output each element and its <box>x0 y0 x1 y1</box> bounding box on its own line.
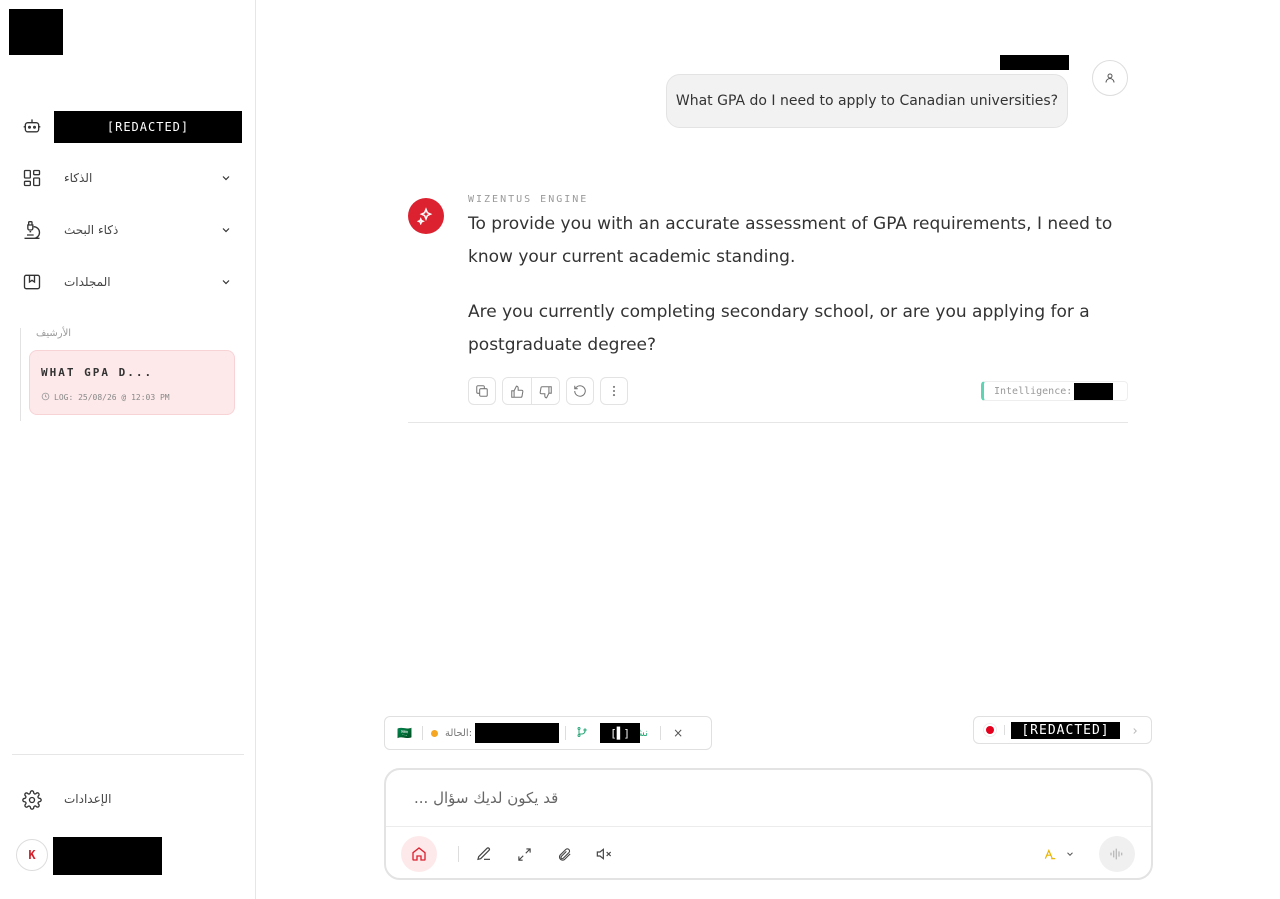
message-divider <box>408 422 1128 423</box>
grid-icon <box>20 166 44 190</box>
refresh-icon <box>574 385 586 397</box>
regenerate-button[interactable] <box>566 377 594 405</box>
ai-paragraph: Are you currently completing secondary s… <box>468 302 1090 355</box>
sidebar-divider <box>12 754 244 755</box>
status-label: الحالة: <box>444 727 473 739</box>
ai-message: To provide you with an accurate assessme… <box>468 208 1132 384</box>
archive-item-title: WHAT GPA D... <box>41 366 154 379</box>
app-logo[interactable] <box>9 9 63 55</box>
copy-button[interactable] <box>468 377 496 405</box>
feedback-group <box>502 377 560 405</box>
intelligence-label: Intelligence: <box>994 385 1073 397</box>
chevron-right-icon <box>1130 721 1140 740</box>
user-avatar[interactable]: K <box>16 839 48 871</box>
home-icon <box>412 847 426 861</box>
language-selector[interactable]: [REDACTED] <box>973 716 1152 744</box>
settings-label: الإعدادات <box>64 792 112 806</box>
assistant-redacted-label: [REDACTED] <box>54 111 242 143</box>
microscope-icon <box>20 218 44 242</box>
sidebar-item-folders[interactable]: المجلدات <box>12 262 244 302</box>
audio-wave-icon <box>1110 848 1123 860</box>
robot-icon <box>20 114 44 138</box>
chevron-down-icon <box>220 276 232 288</box>
settings-button[interactable]: الإعدادات <box>12 780 244 820</box>
language-label-redacted: [REDACTED] <box>1011 721 1120 739</box>
chevron-down-icon <box>220 224 232 236</box>
expand-button[interactable] <box>506 836 542 872</box>
message-composer <box>384 768 1153 880</box>
mute-button[interactable] <box>586 836 622 872</box>
intelligence-value-redacted <box>1074 382 1114 400</box>
composer-divider <box>386 826 1151 827</box>
edit-icon <box>477 847 490 861</box>
archive-item-log-text: LOG: 25/08/26 @ 12:03 PM <box>54 393 170 402</box>
more-vertical-icon <box>612 385 616 397</box>
chevron-down-icon <box>220 172 232 184</box>
close-status-button[interactable]: × <box>673 726 683 740</box>
archive-item-log: LOG: 25/08/26 @ 12:03 PM <box>41 392 170 403</box>
gear-icon <box>20 788 44 812</box>
archive-chat-item[interactable]: WHAT GPA D... LOG: 25/08/26 @ 12:03 PM <box>29 350 235 415</box>
branch-icon <box>576 726 588 741</box>
intelligence-indicator: Intelligence: <box>981 381 1128 401</box>
sidebar-item-assistant[interactable]: [REDACTED] <box>12 106 244 146</box>
user-name-redacted <box>53 837 162 875</box>
expand-icon <box>517 847 531 861</box>
sidebar-item-research[interactable]: ذكاء البحث <box>12 210 244 250</box>
thumbs-up-icon <box>511 385 524 398</box>
user-name-redacted-label <box>1000 55 1069 70</box>
paperclip-icon <box>558 847 571 861</box>
copy-icon <box>476 385 488 397</box>
archive-label: الأرشيف <box>36 328 72 339</box>
language-a-icon <box>1044 849 1056 860</box>
active-value-redacted: [▌] <box>600 723 641 743</box>
volume-mute-icon <box>596 848 612 860</box>
status-bar: 🇸🇦 الحالة: نشط [▌] × <box>384 716 712 750</box>
status-dot-icon <box>430 729 438 737</box>
folder-icon <box>20 270 44 294</box>
engine-label: WIZENTUS ENGINE <box>468 194 589 205</box>
chevron-down-icon <box>1067 852 1073 856</box>
message-input[interactable] <box>386 770 1151 826</box>
sidebar: [REDACTED] الذكاء ذكاء البحث المجلدات ال… <box>0 0 256 899</box>
sidebar-item-label: المجلدات <box>64 275 111 289</box>
sidebar-item-label: ذكاء البحث <box>64 223 119 237</box>
message-actions <box>468 377 628 405</box>
home-button[interactable] <box>401 836 437 872</box>
edit-button[interactable] <box>466 836 502 872</box>
sidebar-item-intelligence[interactable]: الذكاء <box>12 158 244 198</box>
active-indicator: نشط [▌] <box>590 723 648 743</box>
model-selector[interactable] <box>1036 836 1082 872</box>
clock-icon <box>41 392 50 403</box>
thumbs-up-button[interactable] <box>503 378 531 404</box>
attach-button[interactable] <box>546 836 582 872</box>
ai-sparkle-icon <box>408 198 444 234</box>
user-message-bubble: What GPA do I need to apply to Canadian … <box>666 74 1068 128</box>
thumbs-down-icon <box>539 386 552 399</box>
sidebar-item-label: الذكاء <box>64 171 93 185</box>
thumbs-down-button[interactable] <box>531 378 559 404</box>
archive-guide-line <box>20 328 21 421</box>
more-options-button[interactable] <box>600 377 628 405</box>
saudi-flag-icon: 🇸🇦 <box>397 726 412 740</box>
voice-input-button[interactable] <box>1099 836 1135 872</box>
user-icon <box>1092 60 1128 96</box>
status-value-redacted <box>475 723 560 743</box>
ai-paragraph: To provide you with an accurate assessme… <box>468 214 1113 267</box>
japan-flag-icon <box>986 726 994 734</box>
